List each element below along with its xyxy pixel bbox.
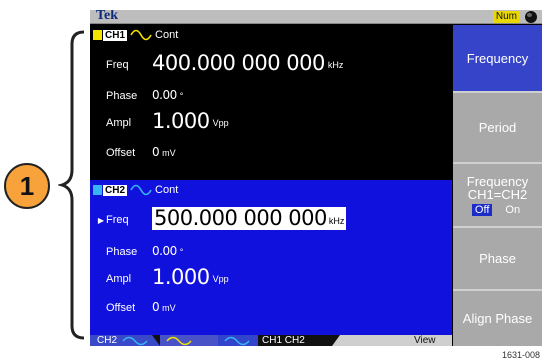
ch2-freq-unit: kHz	[328, 207, 347, 230]
phase-softkey[interactable]: Phase	[453, 228, 542, 291]
tab-blank	[332, 335, 410, 346]
ch1-header: CH1 Cont	[90, 28, 178, 42]
sine-wave-icon	[122, 336, 148, 346]
ch1-panel[interactable]: CH1 Cont Freq 400.000 000 000 kHz Phase …	[90, 25, 452, 178]
ch1-ampl-value[interactable]: 1.000	[152, 109, 210, 133]
ch1-color-swatch	[93, 30, 102, 40]
ch2-offset-row[interactable]: Offset 0 mV	[90, 292, 176, 318]
ch1-freq-value[interactable]: 400.000 000 000	[152, 51, 325, 75]
bottom-tab-bar: CH2 CH1 CH2 View	[90, 335, 452, 346]
ch2-run-mode: Cont	[155, 184, 179, 196]
ch2-ampl-label: Ampl	[106, 273, 132, 285]
ch2-ampl-unit: Vpp	[212, 274, 229, 284]
callout-brace	[58, 30, 85, 340]
ch1-ampl-label: Ampl	[106, 117, 132, 129]
sine-wave-icon	[130, 184, 152, 196]
frequency-ch1-ch2-line1: Frequency	[466, 173, 529, 189]
ch1-offset-value[interactable]: 0	[152, 143, 160, 163]
softkey-column: Frequency Period Frequency CH1=CH2 Off O…	[453, 25, 542, 346]
num-indicator: Num	[492, 11, 520, 23]
callout-number: 1	[4, 163, 50, 209]
ch1-phase-unit: °	[179, 91, 184, 101]
tab-ch2-label: CH2	[97, 335, 118, 346]
ch1-ampl-row[interactable]: Ampl 1.000 Vpp	[90, 107, 229, 133]
frequency-softkey[interactable]: Frequency	[453, 25, 542, 93]
ch1-phase-label: Phase	[106, 90, 138, 102]
instrument-screen: Tek Num CH1 Cont Freq 400.000 000 000 kH…	[90, 10, 542, 346]
ch2-ampl-row[interactable]: Ampl 1.000 Vpp	[90, 263, 229, 289]
sine-wave-icon	[166, 336, 192, 346]
ch2-phase-unit: °	[179, 247, 184, 257]
tab-ch1-wave[interactable]	[160, 335, 220, 346]
ch2-freq-label: Freq	[106, 214, 129, 226]
ch1-ampl-unit: Vpp	[212, 118, 229, 128]
ch1-freq-unit: kHz	[327, 60, 344, 70]
ch2-header: CH2 Cont	[90, 183, 178, 197]
ch1-tag: CH1	[103, 29, 128, 41]
ch1-phase-row[interactable]: Phase 0.00 °	[90, 80, 183, 106]
sine-wave-icon	[130, 29, 152, 41]
ch2-phase-label: Phase	[106, 246, 138, 258]
off-on-toggle[interactable]: Off On	[467, 203, 528, 216]
ch1-offset-unit: mV	[162, 148, 176, 158]
ch1-offset-label: Offset	[106, 147, 136, 159]
ch1-run-mode: Cont	[155, 29, 179, 41]
ch1-freq-label: Freq	[106, 59, 129, 71]
ch2-phase-value[interactable]: 0.00	[152, 242, 177, 262]
brand-logo: Tek	[96, 10, 119, 23]
ch2-color-swatch	[93, 185, 102, 195]
ch2-panel[interactable]: CH2 Cont ▶ Freq 500.000 000 000 kHz Phas…	[90, 180, 452, 335]
figure-id: 1631-008	[501, 350, 540, 360]
ch1-freq-row[interactable]: Freq 400.000 000 000 kHz	[90, 49, 343, 75]
ch2-offset-label: Offset	[106, 302, 136, 314]
sine-wave-icon	[224, 336, 250, 346]
ch1-offset-row[interactable]: Offset 0 mV	[90, 137, 176, 163]
align-phase-softkey[interactable]: Align Phase	[453, 291, 542, 346]
globe-icon	[525, 11, 537, 23]
ch2-tag: CH2	[103, 184, 128, 196]
period-softkey[interactable]: Period	[453, 93, 542, 164]
ch2-ampl-value[interactable]: 1.000	[152, 265, 210, 289]
status-bar: Tek Num	[90, 10, 542, 24]
frequency-ch1-ch2-line2: CH1=CH2	[467, 186, 528, 202]
tab-view[interactable]: View	[410, 335, 452, 346]
selection-cursor-icon: ▶	[97, 216, 104, 225]
ch2-freq-value[interactable]: 500.000 000 000	[152, 207, 329, 230]
toggle-off-option[interactable]: Off	[471, 203, 493, 216]
ch2-offset-value[interactable]: 0	[152, 298, 160, 318]
ch1-phase-value[interactable]: 0.00	[152, 86, 177, 106]
toggle-on-option[interactable]: On	[502, 204, 523, 216]
frequency-ch1-ch2-softkey[interactable]: Frequency CH1=CH2 Off On	[453, 164, 542, 228]
ch2-phase-row[interactable]: Phase 0.00 °	[90, 236, 183, 262]
tab-ch2-wave[interactable]	[218, 335, 258, 346]
ch2-freq-row[interactable]: ▶ Freq 500.000 000 000 kHz	[90, 204, 347, 230]
tab-ch2[interactable]: CH2	[90, 335, 160, 346]
ch2-offset-unit: mV	[162, 303, 176, 313]
